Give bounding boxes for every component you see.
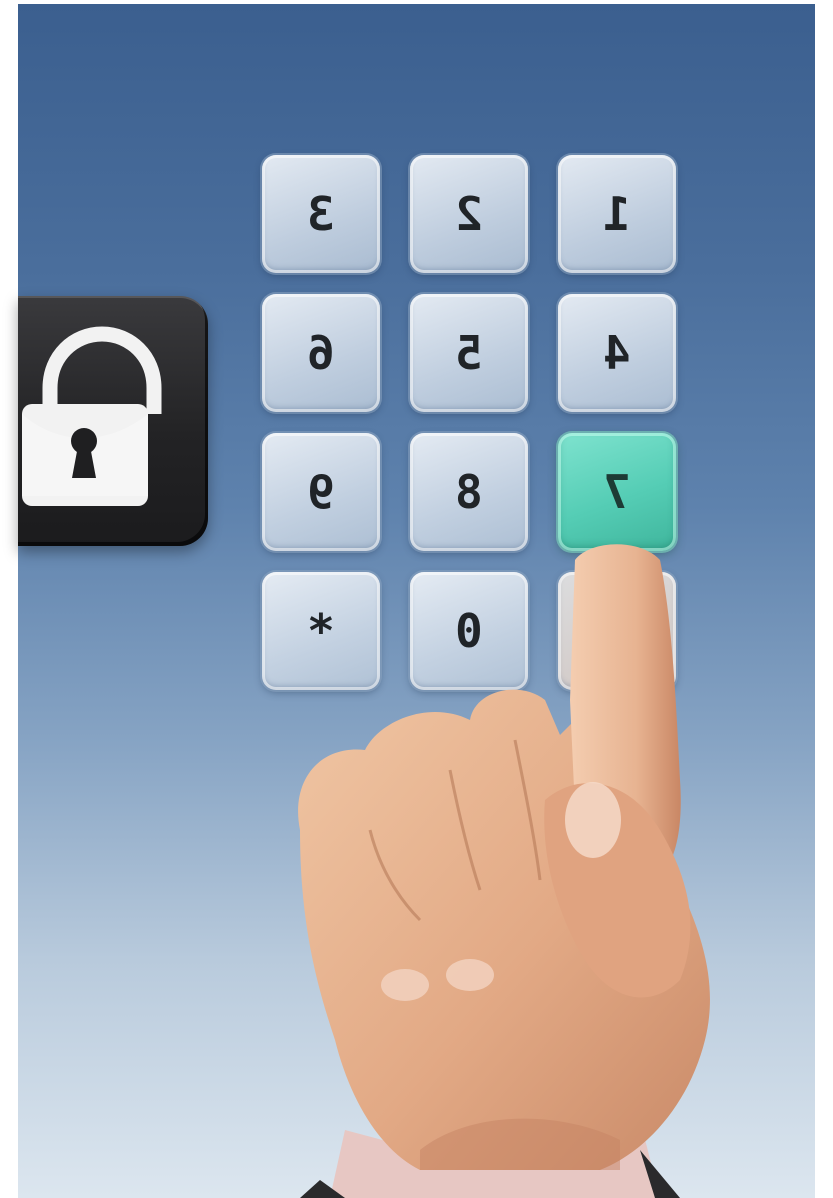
lock-tile[interactable] [18,296,208,546]
key-label: 5 [455,326,483,380]
padlock-icon [22,326,162,506]
key-label: 0 [455,604,483,658]
key-8[interactable]: 8 [410,433,528,551]
key-label: 4 [603,326,631,380]
keypad: 3 2 1 6 5 4 9 8 7 * 0 # [262,155,676,691]
key-label: 3 [307,187,335,241]
key-label: 2 [455,187,483,241]
key-label: 8 [455,465,483,519]
key-label: 6 [307,326,335,380]
key-label: 7 [603,465,631,519]
key-9[interactable]: 9 [262,433,380,551]
key-label: # [603,604,631,658]
key-label: 1 [603,187,631,241]
key-star[interactable]: * [262,572,380,690]
key-2[interactable]: 2 [410,155,528,273]
key-3[interactable]: 3 [262,155,380,273]
key-label: 9 [307,465,335,519]
scene: 3 2 1 6 5 4 9 8 7 * 0 # [0,0,833,1198]
key-0[interactable]: 0 [410,572,528,690]
key-label: * [307,604,335,658]
key-4[interactable]: 4 [558,294,676,412]
key-5[interactable]: 5 [410,294,528,412]
key-6[interactable]: 6 [262,294,380,412]
key-hash[interactable]: # [558,572,676,690]
key-1[interactable]: 1 [558,155,676,273]
key-7-pressed[interactable]: 7 [558,433,676,551]
